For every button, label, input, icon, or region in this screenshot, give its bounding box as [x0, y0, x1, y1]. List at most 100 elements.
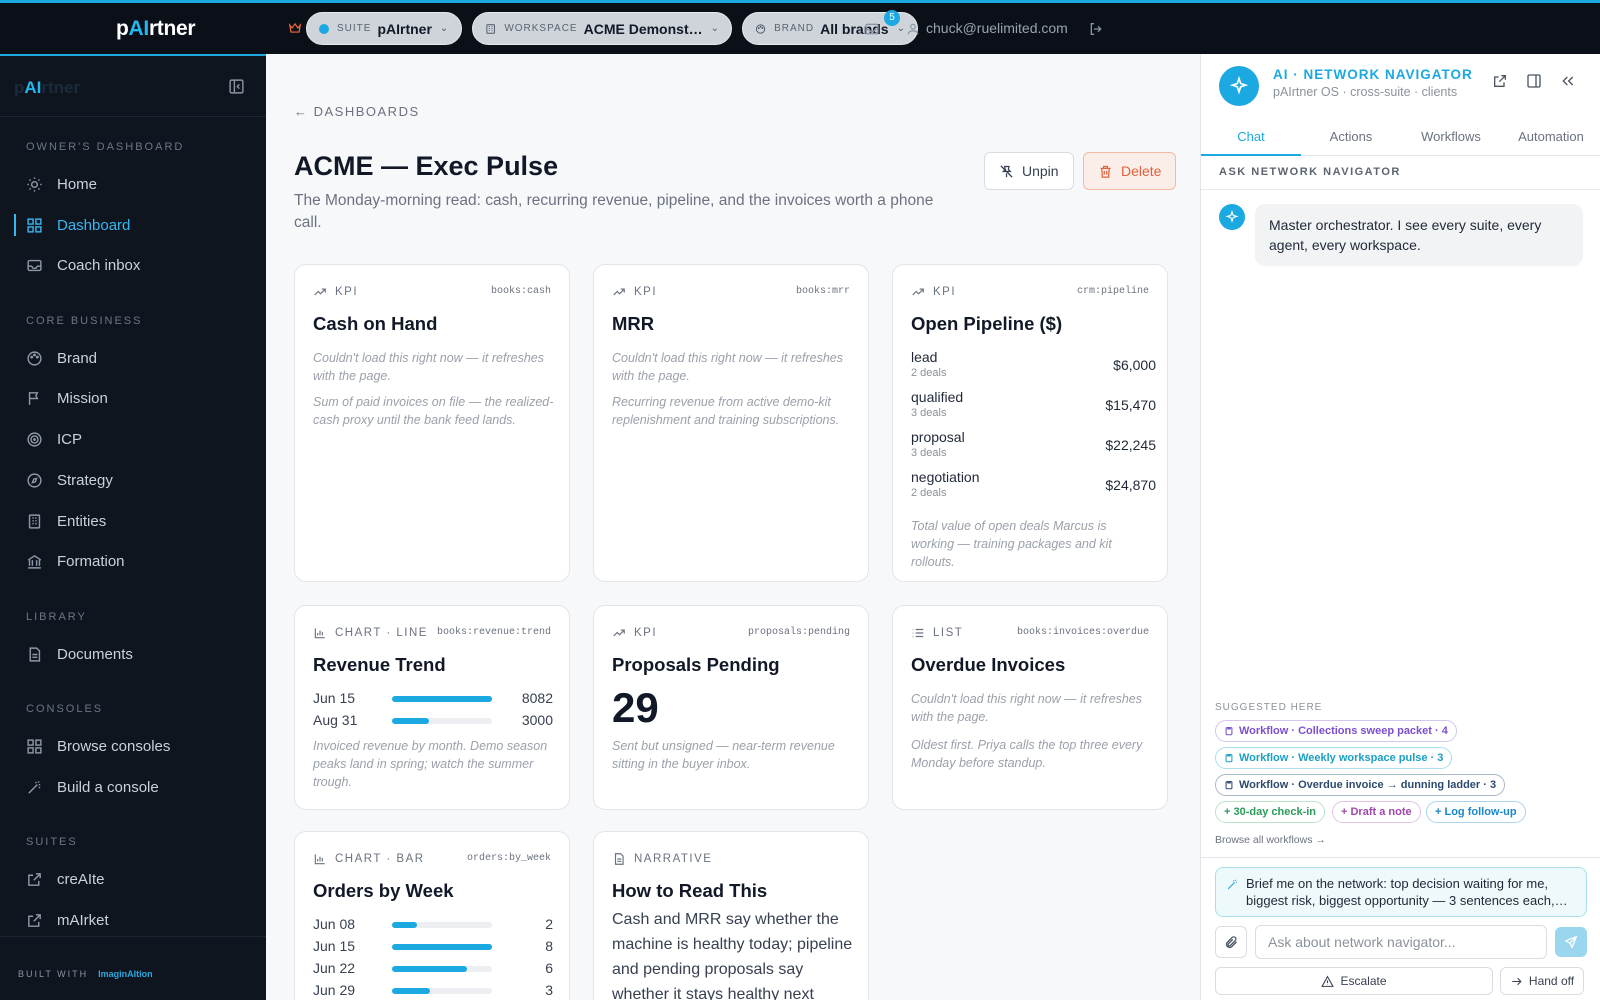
sidebar-item-label: Dashboard [57, 216, 131, 234]
sidebar-item-label: Browse consoles [57, 737, 171, 755]
sidebar-item-label: mAIrket [57, 911, 109, 929]
chip-draft-note[interactable]: + Draft a note [1332, 801, 1421, 823]
clipboard-icon [1225, 781, 1233, 790]
sidebar-item-mission[interactable]: Mission [14, 381, 254, 415]
divider [0, 116, 266, 117]
pipeline-amount: $15,470 [1105, 397, 1156, 413]
chevron-down-icon: ⌄ [439, 23, 449, 34]
top-bar: pAIrtner SUITE pAIrtner ⌄ WORKSPACE ACME… [0, 0, 1600, 54]
browse-all-workflows-link[interactable]: Browse all workflows → [1215, 834, 1326, 846]
chip-weekly-pulse[interactable]: Workflow · Weekly workspace pulse · 3 [1215, 747, 1453, 769]
suite-dot-icon [319, 23, 329, 34]
workspace-selector[interactable]: WORKSPACE ACME Demonst… ⌄ [472, 12, 732, 45]
sidebar-item-browse-consoles[interactable]: Browse consoles [14, 729, 254, 763]
wand-icon [28, 780, 41, 794]
chart-row: Jun 22 6 [313, 960, 553, 978]
sidebar-item-icp[interactable]: ICP [14, 422, 254, 456]
card-tag: crm:pipeline [1076, 286, 1149, 297]
section-title-core-business: CORE BUSINESS [26, 315, 143, 327]
pipeline-row: qualified 3 deals $15,470 [911, 389, 1156, 425]
sidebar-item-formation[interactable]: Formation [14, 544, 254, 578]
trend-up-icon [314, 288, 326, 296]
sidebar-item-label: Documents [57, 645, 133, 663]
suite-selector[interactable]: SUITE pAIrtner ⌄ [306, 12, 462, 45]
sidebar-item-documents[interactable]: Documents [14, 637, 254, 671]
assistant-subtitle: pAIrtner OS · cross-suite · clients [1273, 85, 1458, 99]
tab-automation[interactable]: Automation [1501, 120, 1600, 156]
ask-input[interactable] [1255, 925, 1547, 959]
built-with-brand[interactable]: ImaginAItion [98, 969, 153, 979]
card-type: KPI [612, 626, 657, 640]
card-tag: proposals:pending [747, 627, 850, 638]
attach-button[interactable] [1215, 926, 1247, 958]
sidebar-item-home[interactable]: Home [14, 167, 254, 201]
tab-chat[interactable]: Chat [1201, 120, 1301, 156]
pipeline-amount: $24,870 [1105, 477, 1156, 493]
unpin-button[interactable]: Unpin [984, 152, 1074, 190]
chart-row: Jun 15 8 [313, 938, 553, 956]
building-icon [486, 23, 495, 34]
tab-actions[interactable]: Actions [1301, 120, 1401, 156]
chart-bar [392, 718, 430, 724]
hand-off-button[interactable]: Hand off [1500, 967, 1584, 995]
card-tag: books:mrr [795, 286, 850, 297]
sidebar-item-creaite[interactable]: creAIte [14, 862, 254, 896]
chip-log-follow-up[interactable]: + Log follow-up [1426, 801, 1526, 823]
card-title: Revenue Trend [313, 654, 446, 675]
user-icon [906, 22, 920, 36]
card-title: Overdue Invoices [911, 654, 1066, 675]
tab-workflows[interactable]: Workflows [1401, 120, 1501, 156]
clipboard-icon [1225, 727, 1233, 736]
chart-value-label: 2 [545, 916, 553, 932]
suggested-prompt[interactable]: Brief me on the network: top decision wa… [1215, 867, 1587, 917]
sidebar-item-label: Entities [57, 512, 107, 530]
chart-bar-track [392, 718, 492, 724]
card-cash-on-hand: KPI books:cash Cash on Hand Couldn't loa… [294, 264, 570, 582]
chart-value-label: 3000 [521, 712, 553, 728]
sidebar-item-build-console[interactable]: Build a console [14, 770, 254, 804]
escalate-button[interactable]: Escalate [1215, 967, 1493, 995]
card-error: Couldn't load this right now — it refres… [313, 351, 544, 383]
sidebar-item-mairket[interactable]: mAIrket [14, 903, 254, 937]
sidebar-item-entities[interactable]: Entities [14, 504, 254, 538]
kpi-value: 29 [612, 684, 659, 731]
card-note: Recurring revenue from active demo-kit r… [612, 395, 840, 427]
sidebar-item-label: Strategy [57, 471, 113, 489]
sidebar-item-strategy[interactable]: Strategy [14, 463, 254, 497]
sidebar-item-brand[interactable]: Brand [14, 341, 254, 375]
main-content: ← DASHBOARDS ACME — Exec Pulse The Monda… [266, 54, 1200, 1000]
trend-up-icon [613, 288, 625, 296]
sidebar-footer: BUILT WITH ImaginAItion [0, 936, 266, 1000]
sidebar-item-dashboard[interactable]: Dashboard [14, 208, 254, 242]
sidebar-item-label: Coach inbox [57, 256, 141, 274]
chip-30-day-checkin[interactable]: + 30-day check-in [1215, 801, 1326, 823]
card-overdue-invoices: LIST books:invoices:overdue Overdue Invo… [892, 605, 1168, 810]
chart-category-label: Jun 08 [313, 916, 356, 932]
ask-header: ASK NETWORK NAVIGATOR [1201, 156, 1600, 190]
card-tag: books:revenue:trend [436, 627, 551, 638]
card-type: LIST [911, 626, 963, 640]
collapse-panel-icon[interactable] [1560, 73, 1576, 89]
send-button[interactable] [1555, 927, 1587, 957]
chart-bar-track [392, 944, 492, 950]
logout-icon[interactable] [1088, 21, 1104, 37]
built-with: BUILT WITH ImaginAItion [18, 969, 153, 979]
inbox-notification-icon[interactable] [864, 21, 880, 37]
pipeline-row: lead 2 deals $6,000 [911, 349, 1156, 385]
chart-bar-track [392, 966, 492, 972]
breadcrumb-dashboards[interactable]: ← DASHBOARDS [294, 104, 420, 119]
chart-bar [392, 944, 492, 950]
sidebar-collapse-icon[interactable] [228, 78, 245, 95]
chip-collections-sweep[interactable]: Workflow · Collections sweep packet · 4 [1215, 720, 1457, 742]
sidebar: pAIrtner OWNER'S DASHBOARD Home Dashboar… [0, 54, 266, 1000]
assistant-avatar [1219, 66, 1259, 106]
app-logo[interactable]: pAIrtner [116, 17, 196, 41]
sidebar-item-coach-inbox[interactable]: Coach inbox [14, 248, 254, 282]
chip-dunning-ladder[interactable]: Workflow · Overdue invoice → dunning lad… [1215, 774, 1506, 796]
dock-panel-icon[interactable] [1526, 73, 1542, 89]
building-icon [28, 513, 41, 529]
card-type: KPI [911, 285, 956, 299]
sidebar-item-label: ICP [57, 430, 83, 448]
open-external-icon[interactable] [1492, 73, 1508, 89]
delete-button[interactable]: Delete [1083, 152, 1177, 190]
